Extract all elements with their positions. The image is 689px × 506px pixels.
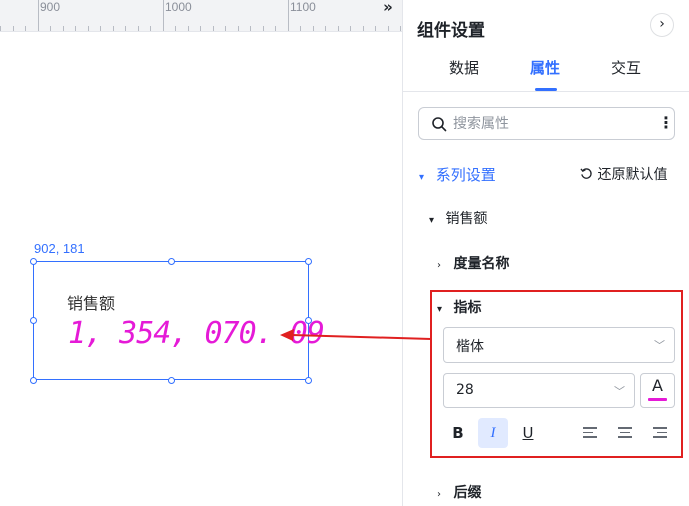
sales-section-label: 销售额: [445, 211, 488, 227]
measure-name-label: 度量名称: [453, 256, 510, 272]
undo-icon: [580, 168, 592, 179]
chevron-down-icon: ▾: [437, 304, 443, 315]
ruler-tick: [375, 26, 376, 31]
ruler-tick: [350, 26, 351, 31]
search-input[interactable]: [453, 114, 643, 134]
series-settings-label: 系列设置: [435, 166, 496, 184]
ruler-tick: [75, 26, 76, 31]
indicator-header[interactable]: ▾ 指标: [437, 297, 481, 317]
indicator-label: 指标: [453, 300, 482, 316]
ruler-tick: [0, 26, 1, 31]
ruler-tick: [200, 26, 201, 31]
ruler-tick: [212, 26, 214, 31]
ruler-tick: [275, 26, 276, 31]
metric-value: 1, 354, 070. 09: [68, 316, 325, 351]
chevron-down-icon: ▾: [419, 172, 425, 183]
ruler-tick: [187, 26, 189, 31]
font-color-swatch: [648, 398, 667, 401]
resize-handle-bottom-left[interactable]: [30, 377, 37, 384]
tab-properties[interactable]: 属性: [530, 57, 560, 78]
align-left-icon[interactable]: [583, 427, 597, 439]
ruler-tick: [162, 0, 164, 31]
font-color-button[interactable]: A: [640, 373, 675, 408]
reset-default-label: 还原默认值: [597, 167, 668, 183]
sales-section-header[interactable]: ▾ 销售额: [429, 208, 487, 228]
font-family-select[interactable]: 楷体 ﹀: [443, 327, 675, 363]
chevron-down-icon: ﹀: [614, 385, 625, 398]
ruler-tick: [50, 26, 51, 31]
ruler-label-1000: 1000: [165, 0, 192, 14]
measure-name-header[interactable]: › 度量名称: [437, 253, 509, 273]
series-settings-header[interactable]: ▾ 系列设置: [419, 164, 496, 185]
align-right-icon[interactable]: [653, 427, 667, 439]
horizontal-ruler: 900 1000 1100 »: [0, 0, 402, 32]
resize-handle-top-right[interactable]: [305, 258, 312, 265]
ruler-tick: [175, 26, 176, 31]
ruler-tick: [62, 26, 64, 31]
tab-data[interactable]: 数据: [449, 57, 479, 78]
ruler-label-900: 900: [40, 0, 61, 14]
component-settings-panel: 组件设置 › 数据 属性 交互 ⋮ ▾ 系列设置 还原默认值 ▾ 销售额 › 度…: [402, 0, 689, 506]
ruler-tick: [25, 26, 26, 31]
ruler-tick: [150, 26, 151, 31]
suffix-header[interactable]: › 后缀: [437, 482, 481, 502]
ruler-tick: [337, 26, 339, 31]
ruler-tick: [287, 0, 289, 31]
ruler-tick: [300, 26, 301, 31]
reset-default-button[interactable]: 还原默认值: [580, 164, 667, 184]
chevron-right-icon[interactable]: ›: [650, 13, 674, 37]
active-tab-indicator: [535, 88, 557, 91]
font-size-value: 28: [456, 382, 474, 398]
search-icon: [432, 117, 447, 132]
ruler-tick: [87, 26, 89, 31]
panel-title: 组件设置: [417, 21, 485, 41]
ruler-tick: [262, 26, 264, 31]
underline-button[interactable]: U: [513, 418, 543, 448]
resize-handle-top[interactable]: [168, 258, 175, 265]
chevron-down-icon: ﹀: [654, 339, 665, 352]
settings-tabs: 数据 属性 交互: [403, 52, 689, 92]
metric-label: 销售额: [67, 294, 116, 313]
design-canvas[interactable]: 900 1000 1100 » 902, 181 销售额 1, 354, 070…: [0, 0, 402, 506]
font-family-value: 楷体: [456, 339, 484, 355]
ruler-label-1100: 1100: [290, 0, 316, 14]
ruler-tick: [362, 26, 364, 31]
suffix-label: 后缀: [453, 485, 482, 501]
ruler-tick: [225, 26, 226, 31]
bold-button[interactable]: B: [443, 418, 473, 448]
ruler-tick: [250, 26, 251, 31]
ruler-tick: [37, 0, 39, 31]
selection-coordinates: 902, 181: [34, 241, 85, 256]
resize-handle-bottom[interactable]: [168, 377, 175, 384]
font-color-icon: A: [652, 376, 663, 395]
align-center-icon[interactable]: [618, 427, 632, 439]
resize-handle-left[interactable]: [30, 317, 37, 324]
resize-handle-top-left[interactable]: [30, 258, 37, 265]
ruler-tick: [137, 26, 139, 31]
ruler-tick: [312, 26, 314, 31]
ruler-tick: [100, 26, 101, 31]
chevron-right-icon: ›: [437, 260, 441, 271]
chevron-right-icon: ›: [437, 489, 441, 500]
ruler-tick: [237, 26, 239, 31]
chevron-down-icon: ▾: [429, 215, 435, 226]
ruler-tick: [12, 26, 14, 31]
ruler-tick: [325, 26, 326, 31]
ruler-tick: [112, 26, 114, 31]
resize-handle-bottom-right[interactable]: [305, 377, 312, 384]
double-chevron-right-icon[interactable]: »: [374, 0, 402, 22]
ruler-tick: [400, 26, 401, 31]
tab-interaction[interactable]: 交互: [611, 57, 641, 78]
ruler-tick: [387, 26, 389, 31]
font-size-select[interactable]: 28 ﹀: [443, 373, 635, 408]
property-search[interactable]: ⋮: [418, 107, 675, 140]
italic-button[interactable]: I: [478, 418, 508, 448]
more-options-icon[interactable]: ⋮: [658, 114, 674, 132]
ruler-tick: [125, 26, 126, 31]
